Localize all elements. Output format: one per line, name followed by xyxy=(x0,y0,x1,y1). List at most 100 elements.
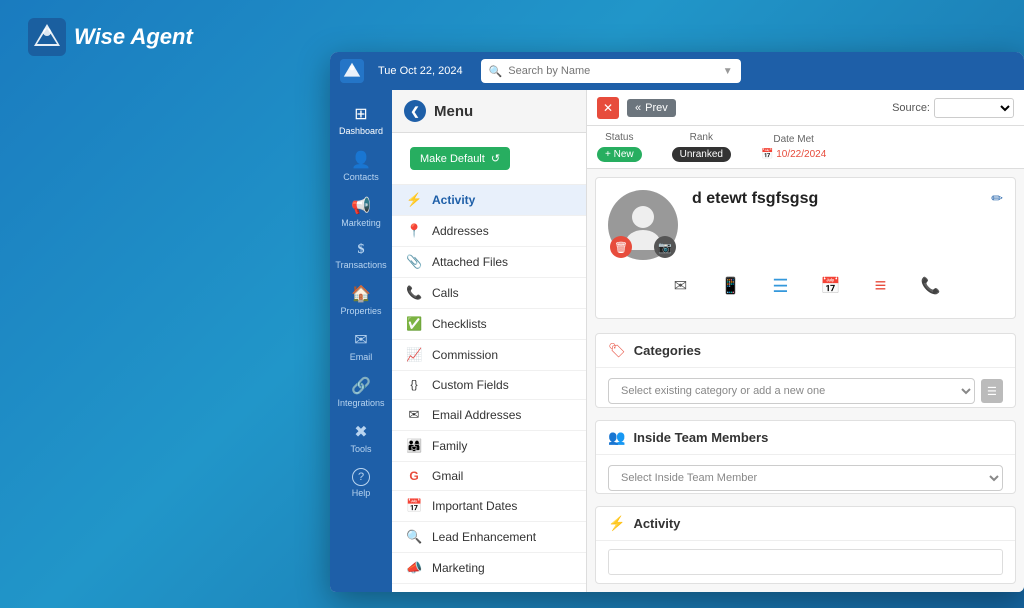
sidebar-item-integrations[interactable]: 🔗 Integrations xyxy=(330,370,392,414)
menu-item-label-family: Family xyxy=(432,439,467,453)
sidebar-item-marketing[interactable]: 📢 Marketing xyxy=(330,190,392,234)
topbar-date: Tue Oct 22, 2024 xyxy=(378,65,463,77)
sidebar-item-label-help: Help xyxy=(352,488,371,498)
sidebar-item-help[interactable]: ? Help xyxy=(330,462,392,504)
menu-item-calls[interactable]: 📞 Calls xyxy=(392,278,586,309)
menu-item-label-gmail: Gmail xyxy=(432,469,463,483)
rank-group: Rank Unranked xyxy=(672,132,731,162)
mobile-action-button[interactable]: 📱 xyxy=(715,270,747,302)
contacts-icon: 👤 xyxy=(351,150,371,170)
menu-item-label-commission: Commission xyxy=(432,348,498,362)
sidebar-item-label-integrations: Integrations xyxy=(337,398,384,408)
rank-label: Rank xyxy=(690,132,713,143)
menu-item-label-lead-enhancement: Lead Enhancement xyxy=(432,530,536,544)
list-action-button[interactable]: ≡ xyxy=(865,270,897,302)
make-default-button[interactable]: Make Default ↺ xyxy=(410,147,510,170)
sidebar-item-email[interactable]: ✉ Email xyxy=(330,324,392,368)
menu-item-label-email-addresses: Email Addresses xyxy=(432,408,521,422)
categories-action-button[interactable]: ☰ xyxy=(981,379,1003,403)
categories-select[interactable]: Select existing category or add a new on… xyxy=(608,378,975,404)
close-icon: ✕ xyxy=(603,101,613,115)
sidebar-item-tools[interactable]: ✖ Tools xyxy=(330,416,392,460)
sidebar-item-properties[interactable]: 🏠 Properties xyxy=(330,278,392,322)
email-action-button[interactable]: ✉ xyxy=(665,270,697,302)
menu-item-marketing-sub[interactable]: 📣 Marketing xyxy=(392,553,586,584)
menu-title: Menu xyxy=(434,103,473,120)
sidebar-item-label-transactions: Transactions xyxy=(335,260,386,270)
marketing-icon: 📢 xyxy=(351,196,371,216)
menu-item-commission[interactable]: 📈 Commission xyxy=(392,340,586,371)
menu-item-attached-files[interactable]: 📎 Attached Files xyxy=(392,247,586,278)
edit-contact-button[interactable]: ✏ xyxy=(991,190,1003,207)
transactions-icon: $ xyxy=(358,242,365,258)
tasks-action-icon: ☰ xyxy=(772,276,788,297)
detail-toolbar: ✕ « Prev Source: xyxy=(587,90,1024,126)
menu-item-label-activity: Activity xyxy=(432,193,475,207)
email-icon: ✉ xyxy=(354,330,367,350)
wise-agent-logo-icon xyxy=(28,18,66,56)
menu-back-button[interactable]: ❮ xyxy=(404,100,426,122)
menu-item-gmail[interactable]: G Gmail xyxy=(392,462,586,491)
search-dropdown-arrow[interactable]: ▼ xyxy=(723,66,733,77)
content-area: ❮ Menu Make Default ↺ ⚡ Activity 📍 Addre… xyxy=(392,90,1024,592)
tasks-action-button[interactable]: ☰ xyxy=(765,270,797,302)
email-addresses-menu-icon: ✉ xyxy=(406,407,422,423)
commission-menu-icon: 📈 xyxy=(406,347,422,363)
topbar-logo xyxy=(340,59,364,83)
menu-item-email-addresses[interactable]: ✉ Email Addresses xyxy=(392,400,586,431)
mobile-action-icon: 📱 xyxy=(721,276,741,296)
search-bar[interactable]: 🔍 ▼ xyxy=(481,59,741,83)
menu-item-custom-fields[interactable]: {} Custom Fields xyxy=(392,371,586,400)
calendar-action-icon: 📅 xyxy=(821,276,841,296)
menu-item-label-important-dates: Important Dates xyxy=(432,499,517,513)
sidebar-item-contacts[interactable]: 👤 Contacts xyxy=(330,144,392,188)
status-badge: + New xyxy=(597,147,642,162)
menu-item-label-custom-fields: Custom Fields xyxy=(432,378,509,392)
menu-item-addresses[interactable]: 📍 Addresses xyxy=(392,216,586,247)
menu-item-label-addresses: Addresses xyxy=(432,224,489,238)
logo-area: Wise Agent xyxy=(28,18,193,56)
inside-team-title: Inside Team Members xyxy=(633,430,768,445)
inside-team-header: 👥 Inside Team Members xyxy=(596,421,1015,455)
call-action-button[interactable]: 📞 xyxy=(915,270,947,302)
menu-item-lead-enhancement[interactable]: 🔍 Lead Enhancement xyxy=(392,522,586,553)
delete-icon: 🗑 xyxy=(614,241,628,254)
marketing-sub-menu-icon: 📣 xyxy=(406,560,422,576)
menu-item-checklists[interactable]: ✅ Checklists xyxy=(392,309,586,340)
activity-input[interactable] xyxy=(608,549,1003,575)
date-met-label: Date Met xyxy=(773,134,814,145)
close-button[interactable]: ✕ xyxy=(597,97,619,119)
menu-item-family[interactable]: 👨‍👩‍👧 Family xyxy=(392,431,586,462)
checklists-menu-icon: ✅ xyxy=(406,316,422,332)
sidebar-item-label-marketing: Marketing xyxy=(341,218,381,228)
family-menu-icon: 👨‍👩‍👧 xyxy=(406,438,422,454)
camera-icon: 📷 xyxy=(658,241,672,254)
menu-header: ❮ Menu xyxy=(392,90,586,133)
inside-team-body: Select Inside Team Member xyxy=(596,455,1015,495)
upload-avatar-button[interactable]: 📷 xyxy=(654,236,676,258)
menu-item-important-dates[interactable]: 📅 Important Dates xyxy=(392,491,586,522)
calendar-action-button[interactable]: 📅 xyxy=(815,270,847,302)
prev-button[interactable]: « Prev xyxy=(627,99,676,117)
menu-item-activity[interactable]: ⚡ Activity xyxy=(392,185,586,216)
inside-team-icon: 👥 xyxy=(608,429,625,446)
activity-title: Activity xyxy=(633,516,680,531)
contact-name-row: d etewt fsgfsgsg ✏ xyxy=(692,190,1003,208)
integrations-icon: 🔗 xyxy=(351,376,371,396)
categories-tag-icon: 🏷 xyxy=(608,342,626,359)
calls-menu-icon: 📞 xyxy=(406,285,422,301)
sidebar-item-transactions[interactable]: $ Transactions xyxy=(330,236,392,276)
delete-avatar-button[interactable]: 🗑 xyxy=(610,236,632,258)
source-select[interactable] xyxy=(934,98,1014,118)
activity-pulse-icon: ⚡ xyxy=(608,515,625,532)
search-input[interactable] xyxy=(508,65,716,77)
menu-panel: ❮ Menu Make Default ↺ ⚡ Activity 📍 Addre… xyxy=(392,90,587,592)
list-action-icon: ≡ xyxy=(875,275,887,298)
menu-item-label-attached-files: Attached Files xyxy=(432,255,508,269)
call-action-icon: 📞 xyxy=(921,276,941,296)
menu-item-phone-numbers[interactable]: ☎ Phone Numbers xyxy=(392,584,586,592)
dashboard-icon: ⊞ xyxy=(354,104,367,124)
sidebar-item-dashboard[interactable]: ⊞ Dashboard xyxy=(330,98,392,142)
inside-team-select[interactable]: Select Inside Team Member xyxy=(608,465,1003,491)
gmail-menu-icon: G xyxy=(406,469,422,483)
